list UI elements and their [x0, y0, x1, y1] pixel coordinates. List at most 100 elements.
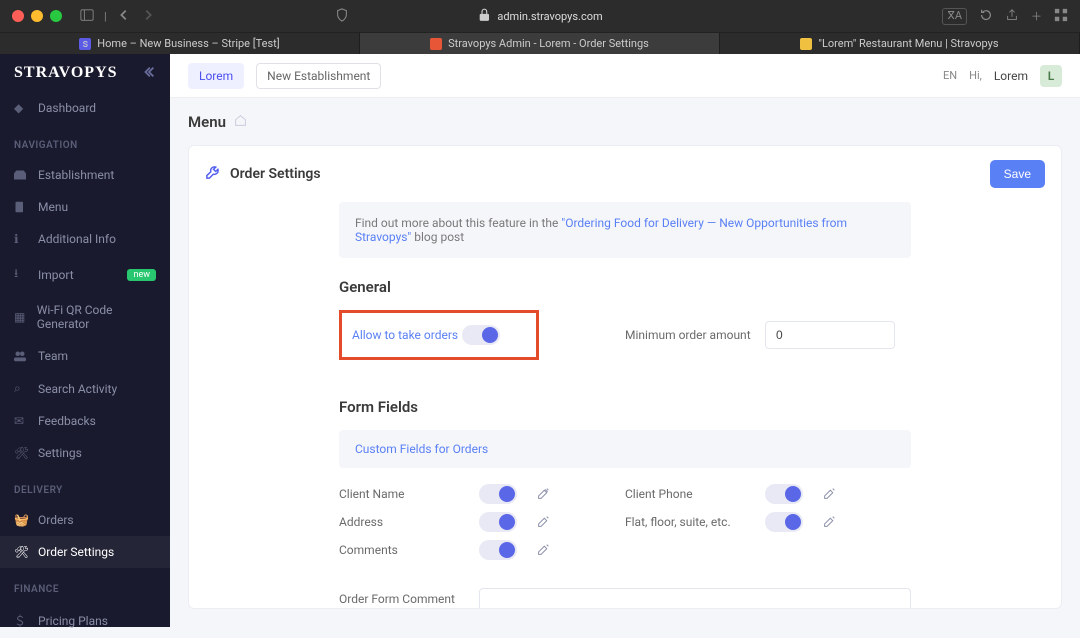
toggle-client-name[interactable] [479, 484, 517, 504]
language-selector[interactable]: EN [943, 69, 957, 82]
edit-icon[interactable] [823, 485, 836, 504]
brand-logo: STRAVOPYS [14, 64, 118, 82]
sidebar-item-label: Wi-Fi QR Code Generator [37, 303, 156, 331]
sidebar-item-label: Team [38, 349, 68, 363]
min-amount-input[interactable] [765, 321, 895, 349]
new-badge: new [127, 269, 156, 281]
establishment-chip-lorem[interactable]: Lorem [188, 63, 244, 89]
sidebar-item-order-settings[interactable]: 🛠 Order Settings [0, 536, 170, 568]
maximize-window-icon[interactable] [50, 10, 62, 22]
sidebar-item-pricing[interactable]: ＄Pricing Plans [0, 603, 170, 638]
browser-titlebar: | admin.stravopys.com ⴳA ＋ [0, 0, 1080, 32]
highlight-allow-orders: Allow to take orders [339, 310, 539, 360]
field-label: Client Name [339, 487, 479, 501]
toggle-flat[interactable] [765, 512, 803, 532]
sidebar-item-additional-info[interactable]: ℹ Additional Info [0, 223, 170, 255]
page-title: Menu [188, 113, 226, 131]
sidebar-item-label: Search Activity [38, 382, 117, 396]
user-name: Lorem [994, 69, 1028, 83]
browser-tabs: s Home – New Business – Stripe [Test] Str… [0, 32, 1080, 54]
field-label: Comments [339, 543, 479, 557]
wrench-icon [205, 165, 220, 184]
save-button[interactable]: Save [990, 160, 1045, 188]
lock-icon [477, 8, 491, 25]
sidebar-item-wifi-qr[interactable]: ▦Wi-Fi QR Code Generator [0, 294, 170, 340]
sidebar-item-settings[interactable]: 🛠Settings [0, 437, 170, 469]
download-icon: ⭳ [14, 264, 28, 285]
tabs-overview-icon[interactable] [1054, 8, 1068, 25]
wrench-icon: 🛠 [14, 545, 28, 559]
store-icon [14, 169, 28, 181]
order-form-comment-input[interactable] [479, 588, 911, 609]
sidebar-item-search-activity[interactable]: ⌕ Search Activity [0, 372, 170, 405]
edit-icon[interactable] [537, 513, 550, 532]
field-label: Flat, floor, suite, etc. [625, 515, 765, 529]
tab-label: "Lorem" Restaurant Menu | Stravopys [818, 37, 998, 50]
sidebar-section-finance: FINANCE [0, 568, 170, 603]
team-icon [14, 350, 28, 362]
custom-fields-link[interactable]: Custom Fields for Orders [339, 430, 911, 468]
sidebar-item-label: Additional Info [38, 232, 116, 246]
edit-icon[interactable] [537, 485, 550, 504]
shield-icon[interactable] [335, 8, 349, 25]
tab-favicon-2 [430, 38, 442, 50]
translate-icon[interactable]: ⴳA [942, 8, 967, 25]
sidebar-item-label: Import [38, 268, 74, 282]
nav-forward-icon[interactable] [141, 8, 155, 25]
share-icon[interactable] [1005, 8, 1019, 25]
panel-title: Order Settings [230, 166, 321, 182]
field-label: Client Phone [625, 487, 765, 501]
minimize-window-icon[interactable] [31, 10, 43, 22]
sidebar-item-establishment[interactable]: Establishment [0, 159, 170, 191]
establishment-chip-new[interactable]: New Establishment [256, 63, 381, 89]
toggle-client-phone[interactable] [765, 484, 803, 504]
nav-back-icon[interactable] [117, 8, 131, 25]
section-form-fields: Form Fields [339, 398, 911, 416]
settings-panel: Order Settings Save Find out more about … [188, 145, 1062, 609]
browser-tab-1[interactable]: s Home – New Business – Stripe [Test] [0, 33, 360, 54]
info-text: Find out more about this feature in the [355, 216, 561, 230]
section-general: General [339, 278, 911, 296]
sidebar-item-import[interactable]: ⭳ Import new [0, 255, 170, 294]
search-icon: ⌕ [14, 381, 28, 396]
reload-icon[interactable] [979, 8, 993, 25]
sidebar-item-label: Feedbacks [38, 414, 96, 428]
edit-icon[interactable] [823, 513, 836, 532]
sidebar-item-dashboard[interactable]: ◆Dashboard [0, 92, 170, 124]
sidebar-item-menu[interactable]: Menu [0, 191, 170, 223]
field-label: Address [339, 515, 479, 529]
info-text: blog post [411, 230, 464, 244]
tab-label: Home – New Business – Stripe [Test] [97, 37, 279, 50]
greeting-text: Hi, [969, 69, 982, 82]
sidebar-toggle-icon[interactable] [80, 8, 94, 25]
tab-favicon-1: s [79, 38, 91, 50]
avatar[interactable]: L [1040, 65, 1062, 87]
address-url[interactable]: admin.stravopys.com [497, 10, 602, 23]
dashboard-icon: ◆ [14, 101, 28, 115]
edit-icon[interactable] [537, 541, 550, 560]
sidebar-item-team[interactable]: Team [0, 340, 170, 372]
browser-tab-2[interactable]: Stravopys Admin - Lorem - Order Settings [360, 33, 720, 54]
close-window-icon[interactable] [12, 10, 24, 22]
home-icon[interactable] [234, 112, 247, 131]
toggle-allow-orders[interactable] [462, 325, 500, 345]
money-icon: ＄ [14, 612, 28, 629]
new-tab-icon[interactable]: ＋ [1031, 8, 1042, 25]
collapse-sidebar-icon[interactable] [142, 64, 156, 83]
info-banner: Find out more about this feature in the … [339, 202, 911, 258]
field-label: Allow to take orders [352, 328, 462, 342]
sidebar-item-label: Order Settings [38, 545, 114, 559]
sidebar-item-orders[interactable]: 🧺 Orders [0, 504, 170, 536]
info-icon: ℹ [14, 232, 28, 246]
tab-favicon-3 [800, 38, 812, 50]
sidebar-item-feedbacks[interactable]: ✉Feedbacks [0, 405, 170, 437]
basket-icon: 🧺 [14, 513, 28, 527]
sidebar-item-label: Menu [38, 200, 68, 214]
window-controls[interactable] [12, 10, 62, 22]
sidebar-item-label: Orders [38, 513, 74, 527]
field-label: Minimum order amount [625, 328, 765, 342]
browser-tab-3[interactable]: "Lorem" Restaurant Menu | Stravopys [720, 33, 1080, 54]
sidebar-item-label: Establishment [38, 168, 114, 182]
toggle-comments[interactable] [479, 540, 517, 560]
toggle-address[interactable] [479, 512, 517, 532]
